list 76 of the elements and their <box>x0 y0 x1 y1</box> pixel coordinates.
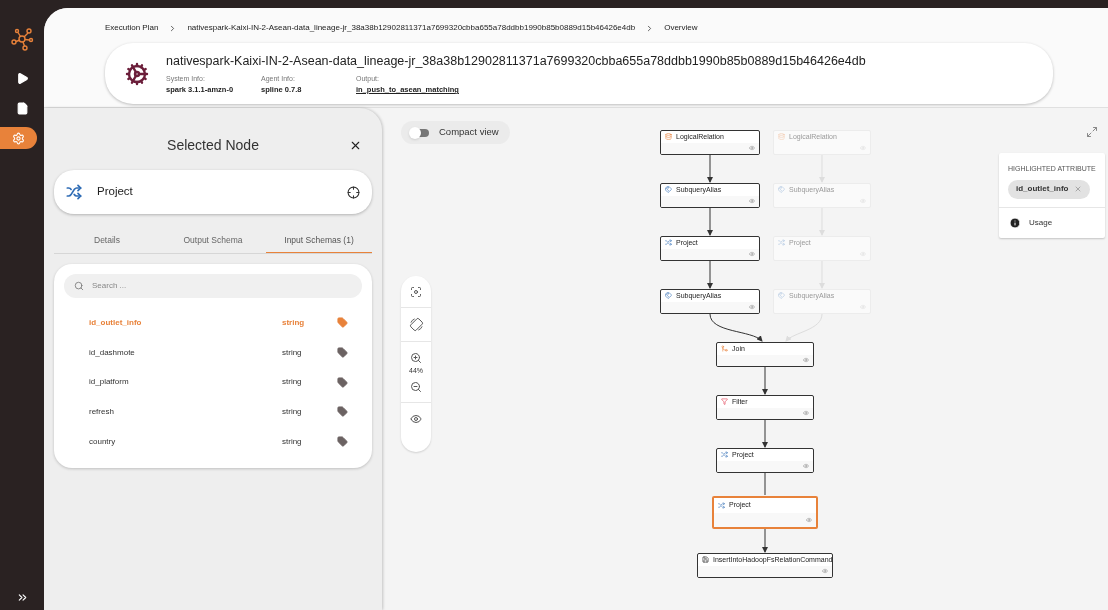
tags-icon <box>778 186 785 194</box>
database-icon <box>778 133 785 141</box>
tag-icon <box>337 347 348 359</box>
tags-icon <box>778 292 785 300</box>
tags-icon <box>665 186 672 194</box>
fullscreen-icon[interactable] <box>1086 126 1098 138</box>
search-icon <box>74 281 84 291</box>
search-input[interactable]: Search ... <box>92 280 352 292</box>
node-name: Project <box>97 184 134 200</box>
connector-line <box>762 366 768 395</box>
attribute-name: refresh <box>89 405 115 418</box>
tag-icon <box>337 376 348 388</box>
fit-view-icon[interactable] <box>410 286 422 298</box>
usage-button[interactable]: Usage <box>999 207 1063 238</box>
connector-line <box>707 260 713 289</box>
connector-line <box>762 419 768 448</box>
switch[interactable] <box>411 128 429 137</box>
eye-icon[interactable] <box>410 412 422 425</box>
logo-icon[interactable] <box>10 27 34 51</box>
attribute-row[interactable]: id_platform string <box>64 367 362 398</box>
attribute-name: id_outlet_info <box>89 316 143 329</box>
shuffle-icon <box>778 239 785 247</box>
compact-view-toggle[interactable]: Compact view <box>401 121 510 144</box>
attribute-type: string <box>282 346 303 359</box>
rotate-icon[interactable] <box>408 317 424 332</box>
crosshair-icon[interactable] <box>347 185 360 199</box>
shuffle-icon <box>66 184 82 200</box>
shuffle-icon <box>721 451 728 459</box>
merge-icon <box>721 345 728 353</box>
filter-icon <box>721 398 728 406</box>
database-icon <box>665 133 672 141</box>
connector-line <box>707 207 713 236</box>
connector-line <box>762 528 768 553</box>
attribute-name: id_dashmote <box>89 346 136 359</box>
connector-line <box>819 260 825 289</box>
save-icon <box>702 556 709 564</box>
attribute-name: id_platform <box>89 376 130 389</box>
attribute-chip[interactable]: id_outlet_info <box>1008 179 1091 199</box>
tag-icon <box>337 406 348 418</box>
play-icon <box>15 71 29 85</box>
breadcrumb-link[interactable]: nativespark-Kaixi-IN-2-Asean-data_lineage-jr_38a38b12902811371a7699320cbba655a78ddbb1990b85b0889d15b46426e4db <box>187 22 636 34</box>
attribute-name: country <box>89 435 117 448</box>
attribute-type: string <box>282 316 306 329</box>
breadcrumb-link[interactable]: Overview <box>664 22 698 34</box>
tags-icon <box>665 292 672 300</box>
plan-title: nativespark-Kaixi-IN-2-Asean-data_lineage-jr_38a38b12902811371a7699320cbba655a78ddbb1990b85b0889d15b46426e4db <box>166 52 866 70</box>
attribute-row[interactable]: country string <box>64 426 362 457</box>
attribute-type: string <box>282 405 303 418</box>
attribute-type: string <box>282 376 303 389</box>
connector-line <box>709 313 763 342</box>
tab[interactable]: Output Schema <box>160 228 266 253</box>
breadcrumb-link[interactable]: Execution Plan <box>105 22 159 34</box>
document-icon <box>15 101 29 115</box>
zoom-in-icon[interactable] <box>410 352 422 364</box>
gear-icon <box>125 61 149 86</box>
connector-line <box>819 154 825 183</box>
shuffle-icon <box>665 239 672 247</box>
panel-title: Selected Node <box>167 135 259 155</box>
toggle-label: Compact view <box>439 125 499 140</box>
tag-icon <box>337 436 348 448</box>
settings-icon <box>12 131 25 145</box>
info-icon <box>1009 216 1021 229</box>
tab[interactable]: Input Schemas (1) <box>266 228 372 253</box>
zoom-out-icon[interactable] <box>410 380 422 393</box>
connector-line <box>785 313 823 342</box>
connector-line <box>764 472 766 496</box>
connector-line <box>819 207 825 236</box>
shuffle-icon <box>718 501 725 509</box>
search-field[interactable]: Search ... <box>64 274 362 298</box>
attribute-type: string <box>282 435 303 448</box>
tab[interactable]: Details <box>54 228 160 253</box>
sidebar-item[interactable] <box>0 127 37 149</box>
attribute-row[interactable]: id_dashmote string <box>64 337 362 368</box>
tag-icon <box>337 317 348 329</box>
attribute-row[interactable]: refresh string <box>64 397 362 427</box>
connector-line <box>707 154 713 183</box>
